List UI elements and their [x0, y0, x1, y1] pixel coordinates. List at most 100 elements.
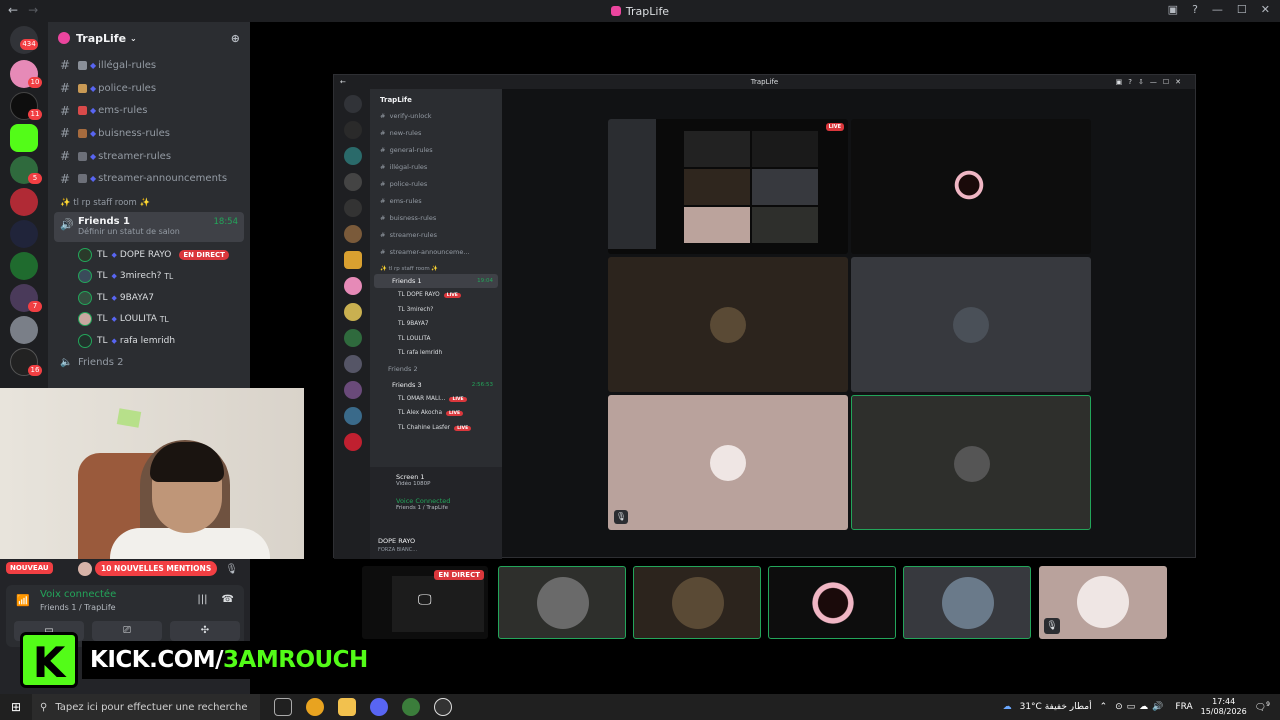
help-icon[interactable]: ? [1192, 3, 1198, 16]
chevron-up-icon[interactable]: ⌃ [1100, 702, 1108, 712]
inner-user: DOPE RAYO FORZA BIANC... [378, 537, 417, 553]
voice-channel-friends-2[interactable]: 🔈 Friends 2 [48, 352, 250, 374]
strip-participant-tile[interactable]: 🎙 [1039, 566, 1167, 639]
inner-channel-item: # streamer-rules [380, 231, 437, 239]
voice-controls: ||| ☎ [197, 594, 234, 605]
chrome-icon[interactable] [402, 698, 420, 716]
inner-channel-item: # buisness-rules [380, 214, 437, 222]
mentions-pill[interactable]: 10 NOUVELLES MENTIONS [95, 561, 218, 576]
live-badge: EN DIRECT [179, 249, 229, 260]
taskbar-apps [274, 698, 452, 716]
maximize-button[interactable]: ☐ [1237, 3, 1247, 16]
server-brazil[interactable] [10, 252, 38, 280]
language-indicator[interactable]: FRA [1175, 702, 1192, 712]
inner-member-name: TL LOULITA [398, 335, 431, 342]
server-badge: 11 [28, 109, 42, 120]
inner-vc-timer: 19:04 [477, 278, 493, 284]
kick-handle: 3AMROUCH [223, 647, 368, 673]
add-member-icon[interactable]: ⊕ [231, 32, 240, 45]
discord-icon[interactable] [370, 698, 388, 716]
mute-icon[interactable]: 🎙 [225, 564, 238, 575]
inner-member: TL Chahine Lasfer LIVE [370, 421, 502, 436]
avatar [78, 290, 92, 305]
voice-member[interactable]: TL ◆ rafa lemridh [48, 330, 250, 352]
avatar [78, 247, 92, 262]
member-name: 3mirech? [119, 271, 162, 282]
participant-avatar [1077, 576, 1129, 628]
disconnect-icon[interactable]: ☎ [222, 594, 234, 605]
strip-participant-tile[interactable] [633, 566, 761, 639]
inner-server-rail [334, 89, 370, 559]
channel-item[interactable]: # ◆ illégal-rules [48, 54, 250, 77]
voice-channel-timer: 18:54 [213, 217, 239, 228]
channel-item[interactable]: # ◆ buisness-rules [48, 122, 250, 145]
server-kick[interactable] [10, 124, 38, 152]
notification-count: 9 [1266, 701, 1270, 708]
server-photo[interactable] [10, 316, 38, 344]
file-explorer-icon[interactable] [338, 698, 356, 716]
inner-channel-list: # verify-unlock # new-rules # general-rule… [370, 108, 502, 261]
voice-member[interactable]: TL ◆ 9BAYA7 [48, 287, 250, 309]
live-badge: LIVE [443, 293, 461, 298]
hash-icon: # [60, 126, 71, 141]
task-view-icon[interactable] [274, 698, 292, 716]
inner-server-icon [344, 225, 362, 243]
strip-participant-tile[interactable] [768, 566, 896, 639]
strip-participant-tile[interactable] [903, 566, 1031, 639]
kick-banner: K KICK.COM/3AMROUCH [20, 632, 376, 688]
guild-header[interactable]: TrapLife ⌄ ⊕ [48, 22, 250, 54]
category-staff-room[interactable]: ✨ tl rp staff room ✨ [48, 190, 250, 212]
notification-icon[interactable]: 🗨9 [1255, 701, 1270, 713]
server-badge: 16 [28, 365, 42, 376]
inbox-icon[interactable]: ▣ [1168, 3, 1178, 16]
inner-member-name: TL Chahine Lasfer [398, 424, 451, 431]
inner-voice-title: Voice Connected [396, 497, 451, 505]
avatar [78, 312, 92, 327]
inner-server-icon [344, 147, 362, 165]
nested-tile [684, 169, 750, 205]
diamond-icon: ◆ [111, 250, 117, 259]
voice-channel-friends-1[interactable]: 🔊 Friends 1 Définir un statut de salon 1… [54, 212, 244, 243]
diamond-icon: ◆ [111, 293, 117, 302]
windows-start-icon[interactable]: ⊞ [0, 700, 32, 714]
obs-icon[interactable] [434, 698, 452, 716]
channel-item[interactable]: # ◆ police-rules [48, 77, 250, 100]
chevron-down-icon: ⌄ [130, 33, 137, 43]
inner-voice-channel-3: Friends 3 2:56:53 [374, 378, 498, 392]
inner-server-icon [344, 433, 362, 451]
hash-icon: # [60, 81, 71, 96]
noise-suppression-icon[interactable]: ||| [197, 594, 207, 605]
inner-channel-item: # verify-unlock [380, 112, 432, 120]
voice-channel-status: Définir un statut de salon [78, 227, 180, 237]
taskbar-search[interactable]: ⚲ Tapez ici pour effectuer une recherche [32, 694, 260, 720]
strip-screen-tile[interactable]: 🖵 EN DIRECT [362, 566, 488, 639]
user-avatar [954, 446, 990, 482]
channel-emoji-icon [78, 83, 87, 93]
channel-item[interactable]: # ◆ streamer-rules [48, 145, 250, 168]
inner-title: TrapLife [750, 78, 779, 86]
weather-text[interactable]: 31°C أمطار خفيفة [1020, 702, 1092, 712]
voice-member[interactable]: TL ◆ DOPE RAYO EN DIRECT [48, 244, 250, 266]
video-tile-user [851, 395, 1091, 530]
voice-member[interactable]: TL ◆ 3mirech? TL [48, 266, 250, 288]
chrome-icon[interactable] [306, 698, 324, 716]
kick-site: KICK.COM/ [90, 647, 224, 673]
clock[interactable]: 17:44 15/08/2026 [1201, 697, 1247, 717]
voice-channel-name: Friends 2 [78, 357, 124, 369]
voice-member[interactable]: TL ◆ LOULITA TL [48, 309, 250, 331]
inner-title-bar: ← TrapLife ▣?⇩—☐✕ [334, 75, 1195, 89]
close-button[interactable]: ✕ [1261, 3, 1270, 16]
live-badge: LIVE [825, 123, 844, 131]
minimize-button[interactable]: — [1212, 3, 1223, 16]
server-red[interactable] [10, 188, 38, 216]
inner-member-name: TL rafa lemridh [398, 350, 443, 356]
channel-item[interactable]: # ◆ ems-rules [48, 99, 250, 122]
channel-item[interactable]: # ◆ streamer-announcements [48, 167, 250, 190]
inner-vc-name: Friends 1 [392, 277, 422, 285]
voice-connected-sub[interactable]: Friends 1 / TrapLife [40, 603, 116, 612]
member-prefix: TL [97, 292, 108, 303]
strip-participant-tile[interactable] [498, 566, 626, 639]
inner-member: TL OMAR MALI... LIVE [370, 392, 502, 407]
video-tile-user [608, 257, 848, 392]
server-dark[interactable] [10, 220, 38, 248]
